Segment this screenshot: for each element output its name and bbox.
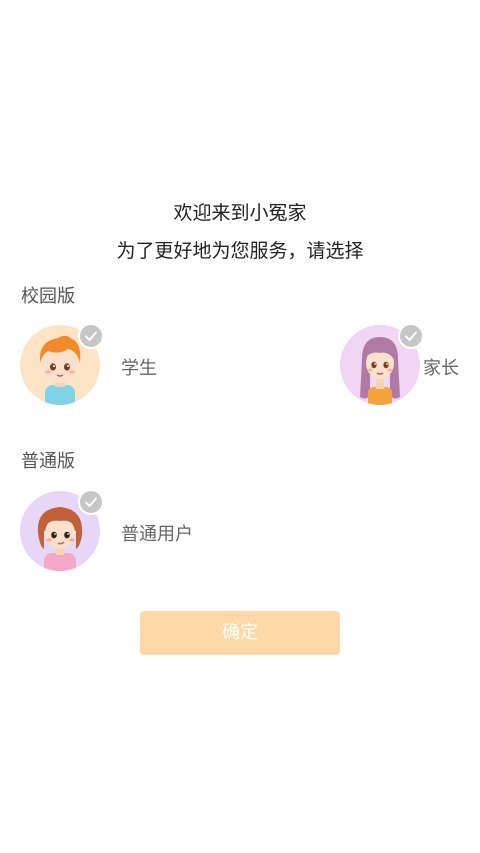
welcome-subtitle: 为了更好地为您服务，请选择 (116, 240, 364, 262)
confirm-button[interactable]: 确定 (140, 611, 340, 655)
check-icon (78, 323, 104, 349)
role-label-student: 学生 (121, 358, 157, 379)
role-label-general-user: 普通用户 (121, 524, 193, 545)
section-title-campus: 校园版 (21, 286, 75, 307)
avatar-parent[interactable] (340, 323, 424, 405)
section-title-general: 普通版 (21, 451, 75, 472)
role-label-parent: 家长 (423, 358, 459, 379)
check-icon (78, 489, 104, 515)
avatar-student[interactable] (20, 323, 104, 405)
avatar-general-user[interactable] (20, 489, 104, 571)
welcome-title: 欢迎来到小冤家 (173, 202, 307, 224)
check-icon (398, 323, 424, 349)
